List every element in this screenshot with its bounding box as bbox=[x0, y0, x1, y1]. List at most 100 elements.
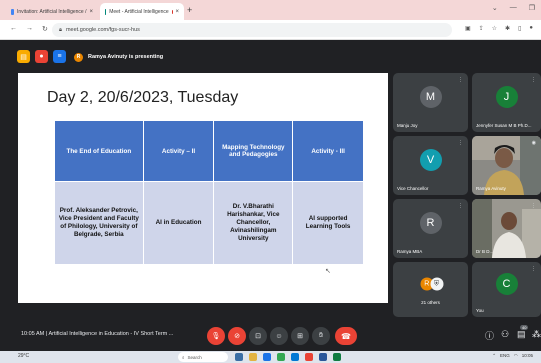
camera-icon[interactable]: ▣ bbox=[465, 25, 471, 32]
mic-off-icon: ⋮ bbox=[458, 77, 463, 83]
edge-icon[interactable] bbox=[263, 353, 271, 361]
mic-off-icon: ⋮ bbox=[531, 203, 536, 209]
address-bar-row: ← → ↻ 🔒︎ meet.google.com/fgs-sucr-hus ▣ … bbox=[0, 20, 541, 40]
meet-icon bbox=[105, 8, 107, 15]
mic-off-icon: ⋮ bbox=[531, 266, 536, 272]
participant-name: Jennyfer Susan M B Ph.D... bbox=[476, 123, 532, 128]
calendar-icon bbox=[11, 8, 14, 15]
app-icon[interactable] bbox=[305, 353, 313, 361]
meeting-time: 10:05 AM bbox=[21, 331, 45, 337]
avatar: ⛨ bbox=[430, 277, 443, 291]
table-header: Activity – II bbox=[143, 121, 214, 181]
tab-label: Meet - Artificial Intelligence bbox=[109, 8, 169, 15]
notes-icon[interactable]: ▤ bbox=[17, 50, 30, 63]
star-icon[interactable]: ☆ bbox=[492, 25, 497, 32]
close-icon[interactable]: × bbox=[175, 9, 179, 15]
chevron-down-icon[interactable]: ⌄ bbox=[492, 4, 498, 12]
share-icon[interactable]: ⇪ bbox=[479, 25, 484, 32]
info-icon[interactable]: ⓘ bbox=[485, 329, 494, 342]
table-header: The End of Education bbox=[55, 121, 143, 181]
participant-name: Dr B D... bbox=[476, 249, 494, 254]
taskbar-search[interactable]: ⌕ Search bbox=[178, 352, 228, 362]
presenter-avatar: R bbox=[74, 52, 83, 62]
participant-tile[interactable]: ⋮ M Manju Joy bbox=[393, 73, 468, 132]
task-view-icon[interactable] bbox=[235, 353, 243, 361]
leave-call-button[interactable]: ☎︎ bbox=[335, 327, 357, 345]
table-header: Mapping Technology and Pedagogies bbox=[214, 121, 293, 181]
search-icon: ⌕ bbox=[182, 354, 185, 360]
language-indicator[interactable]: ENG bbox=[500, 353, 510, 359]
extensions-icon[interactable]: ✱ bbox=[505, 25, 510, 32]
raise-hand-button[interactable]: ✋︎ bbox=[312, 327, 330, 345]
tab-label: Invitation: Artificial Intelligence / bbox=[17, 8, 87, 15]
tray-arrow-icon[interactable]: ⌃ bbox=[492, 353, 496, 359]
presenting-bar: ▤ ● ≡ R Ramya Avinuty is presenting bbox=[0, 44, 541, 70]
table-cell: Dr. V.Bharathi Harishankar, Vice Chancel… bbox=[214, 182, 293, 264]
new-tab-button[interactable]: + bbox=[187, 5, 192, 15]
browser-tab-bar: Invitation: Artificial Intelligence / × … bbox=[0, 0, 541, 20]
mouse-cursor-icon: ↖ bbox=[325, 268, 331, 275]
present-button[interactable]: ⊞ bbox=[291, 327, 309, 345]
mic-off-icon: ⋮ bbox=[458, 140, 463, 146]
window-controls: ⌄ — ❐ bbox=[492, 4, 535, 12]
sidebar-icon[interactable]: ▯ bbox=[518, 25, 521, 32]
extension-icons: ▣ ⇪ ☆ ✱ ▯ ● bbox=[465, 25, 533, 32]
mic-off-icon: ⋮ bbox=[458, 203, 463, 209]
url-field[interactable]: 🔒︎ meet.google.com/fgs-sucr-hus bbox=[52, 23, 452, 37]
docs-icon[interactable]: ≡ bbox=[53, 50, 66, 63]
lock-icon: 🔒︎ bbox=[59, 26, 62, 33]
table-cell: AI in Education bbox=[143, 182, 214, 264]
close-icon[interactable]: × bbox=[89, 9, 93, 15]
avatar: J bbox=[495, 85, 518, 108]
store-icon[interactable] bbox=[291, 353, 299, 361]
avatar: R bbox=[419, 211, 442, 234]
meeting-controls: 10:05 AM | Artificial Intelligence in Ed… bbox=[0, 321, 541, 351]
presenting-text: Ramya Avinuty is presenting bbox=[88, 54, 164, 60]
weather-widget[interactable]: 29°C bbox=[18, 353, 29, 359]
camera-toggle-button[interactable]: ⊘ bbox=[228, 327, 246, 345]
tab-invitation[interactable]: Invitation: Artificial Intelligence / × bbox=[6, 3, 98, 20]
forward-icon[interactable]: → bbox=[26, 25, 33, 33]
tab-meet[interactable]: Meet - Artificial Intelligence × bbox=[100, 3, 184, 20]
shared-slide: Day 2, 20/6/2023, Tuesday The End of Edu… bbox=[18, 73, 388, 303]
meeting-info: 10:05 AM | Artificial Intelligence in Ed… bbox=[21, 331, 173, 337]
search-label: Search bbox=[187, 354, 202, 360]
participant-name: You bbox=[476, 308, 484, 313]
self-tile[interactable]: ⋮ C You bbox=[472, 262, 541, 317]
table-cell: Prof. Aleksander Petrovic, Vice Presiden… bbox=[55, 182, 143, 264]
presenter-chip: R Ramya Avinuty is presenting bbox=[74, 50, 163, 64]
participant-video-tile[interactable]: ◉ Ramya Avinuty bbox=[472, 136, 541, 195]
table-header-row: The End of Education Activity – II Mappi… bbox=[55, 121, 363, 181]
record-icon[interactable]: ● bbox=[35, 50, 48, 63]
chat-icon[interactable]: ▤ bbox=[517, 329, 526, 340]
speaking-icon: ◉ bbox=[531, 140, 536, 146]
clock[interactable]: 10:05 bbox=[522, 353, 533, 359]
participant-video-tile[interactable]: ⋮ Dr B D... bbox=[472, 199, 541, 258]
captions-button[interactable]: ⊡ bbox=[249, 327, 267, 345]
recording-icon bbox=[171, 9, 173, 14]
participant-tile[interactable]: ⋮ J Jennyfer Susan M B Ph.D... bbox=[472, 73, 541, 132]
word-icon[interactable] bbox=[319, 353, 327, 361]
wifi-icon[interactable]: ◠ bbox=[514, 353, 518, 359]
back-icon[interactable]: ← bbox=[10, 25, 17, 33]
profile-icon[interactable]: ● bbox=[529, 25, 533, 32]
others-count: 21 others bbox=[421, 300, 440, 305]
avatar: V bbox=[419, 148, 442, 171]
people-icon[interactable]: ⚇ bbox=[501, 329, 509, 340]
participant-tile[interactable]: ⋮ V Vice Chancellor bbox=[393, 136, 468, 195]
url-text: meet.google.com/fgs-sucr-hus bbox=[65, 27, 140, 33]
emoji-button[interactable]: ☺ bbox=[270, 327, 288, 345]
minimize-button[interactable]: — bbox=[510, 4, 517, 12]
activities-icon[interactable]: ⁂ bbox=[532, 329, 541, 340]
participant-name: Manju Joy bbox=[397, 123, 418, 128]
others-tile[interactable]: R ⛨ 21 others bbox=[393, 262, 468, 317]
participant-tile[interactable]: ⋮ R Ramya MBA bbox=[393, 199, 468, 258]
nav-buttons: ← → ↻ bbox=[10, 25, 48, 33]
avatar: M bbox=[419, 85, 442, 108]
excel-icon[interactable] bbox=[333, 353, 341, 361]
chrome-icon[interactable] bbox=[277, 353, 285, 361]
file-explorer-icon[interactable] bbox=[249, 353, 257, 361]
reload-icon[interactable]: ↻ bbox=[42, 25, 48, 33]
mic-toggle-button[interactable]: 🎙︎ bbox=[207, 327, 225, 345]
maximize-button[interactable]: ❐ bbox=[529, 4, 535, 12]
